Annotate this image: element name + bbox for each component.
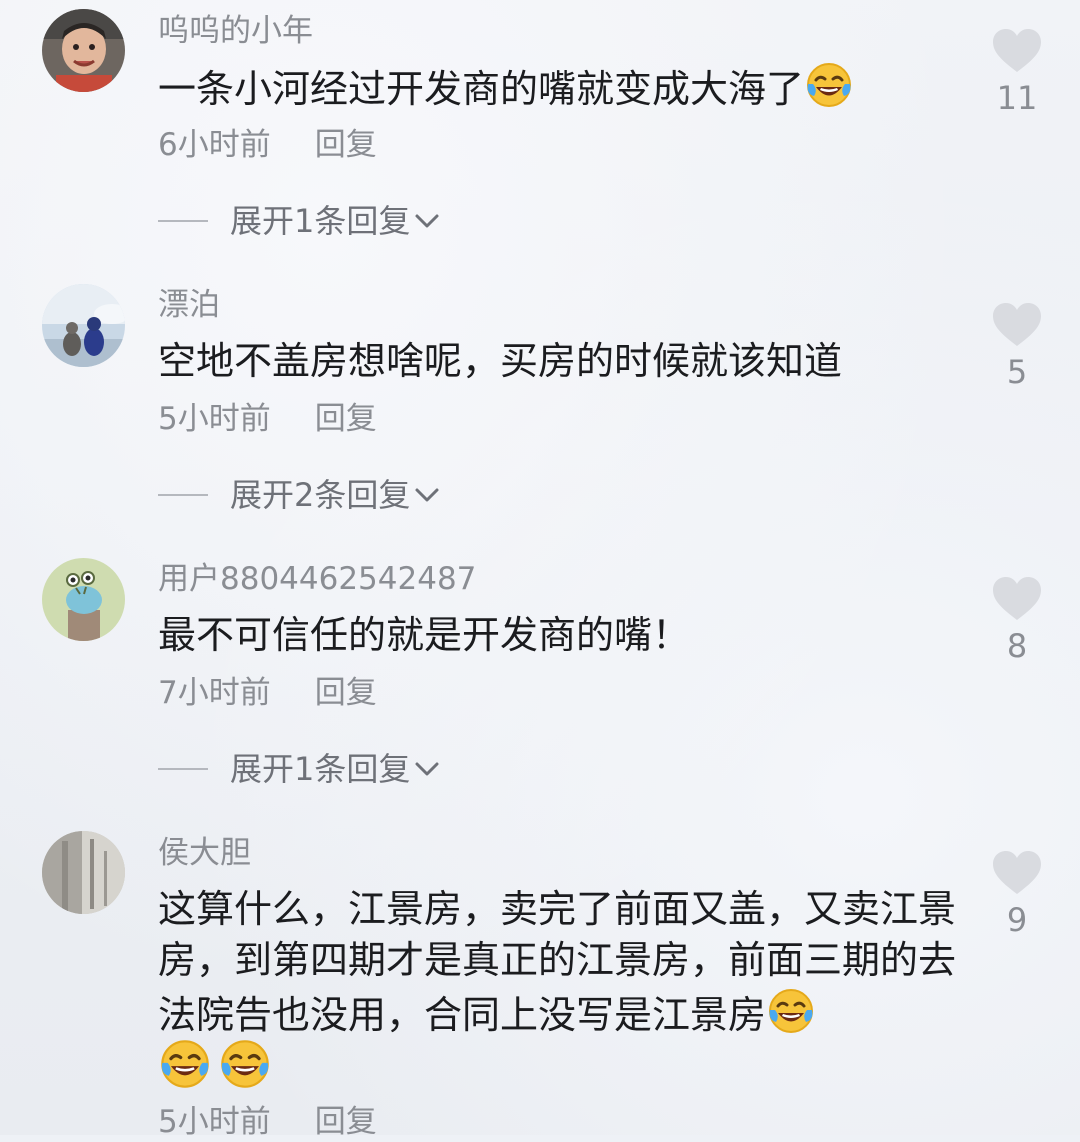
like-button[interactable]: 11 <box>990 28 1044 116</box>
comment-username[interactable]: 漂泊 <box>158 285 220 325</box>
comment-time: 5小时前 <box>158 401 271 437</box>
chevron-down-icon <box>415 488 439 502</box>
comment-username[interactable]: 侯大胆 <box>158 833 251 873</box>
expand-replies-label: 展开1条回复 <box>230 202 411 240</box>
comment-time: 6小时前 <box>158 127 271 163</box>
heart-icon <box>993 851 1041 894</box>
comment-meta: 5小时前 回复 <box>158 399 377 439</box>
comment-username[interactable]: 用户8804462542487 <box>158 559 476 599</box>
comment-text: 最不可信任的就是开发商的嘴！ <box>158 613 691 657</box>
comment-text: 一条小河经过开发商的嘴就变成大海了 <box>158 60 948 115</box>
expand-replies-label: 展开2条回复 <box>230 476 411 514</box>
comment-time: 7小时前 <box>158 675 271 711</box>
expand-replies-button[interactable]: 展开1条回复 <box>158 201 440 241</box>
laugh-cry-icon <box>804 60 854 110</box>
like-count: 8 <box>1006 627 1028 665</box>
heart-icon <box>993 29 1041 72</box>
like-button[interactable]: 9 <box>990 850 1044 938</box>
like-count: 9 <box>1006 901 1028 939</box>
divider-line <box>158 768 208 770</box>
comment-meta: 6小时前 回复 <box>158 125 377 165</box>
laugh-cry-icon <box>766 986 816 1036</box>
expand-replies-label: 展开1条回复 <box>230 750 411 788</box>
avatar[interactable] <box>42 831 125 914</box>
like-button[interactable]: 8 <box>990 576 1044 664</box>
reply-button[interactable]: 回复 <box>315 401 377 437</box>
comment-text: 这算什么，江景房，卖完了前面又盖，又卖江景房，到第四期才是真正的江景房，前面三期… <box>158 887 957 1037</box>
like-button[interactable]: 5 <box>990 302 1044 390</box>
expand-replies-button[interactable]: 展开2条回复 <box>158 475 440 515</box>
emoji-row <box>158 1037 278 1091</box>
expand-replies-button[interactable]: 展开1条回复 <box>158 749 440 789</box>
avatar[interactable] <box>42 284 125 367</box>
divider-line <box>158 220 208 222</box>
laugh-cry-icon <box>158 1037 212 1091</box>
heart-icon <box>993 577 1041 620</box>
divider-line <box>158 494 208 496</box>
comment-meta: 5小时前 回复 <box>158 1102 377 1142</box>
like-count: 5 <box>1006 353 1028 391</box>
chevron-down-icon <box>415 214 439 228</box>
like-count: 11 <box>996 79 1038 117</box>
heart-icon <box>993 303 1041 346</box>
comment-username[interactable]: 呜呜的小年 <box>158 11 313 51</box>
laugh-cry-icon <box>218 1037 272 1091</box>
avatar[interactable] <box>42 558 125 641</box>
comment-meta: 7小时前 回复 <box>158 673 377 713</box>
reply-button[interactable]: 回复 <box>315 675 377 711</box>
avatar[interactable] <box>42 9 125 92</box>
reply-button[interactable]: 回复 <box>315 127 377 163</box>
comment-text: 空地不盖房想啥呢，买房的时候就该知道 <box>158 339 843 383</box>
chevron-down-icon <box>415 762 439 776</box>
